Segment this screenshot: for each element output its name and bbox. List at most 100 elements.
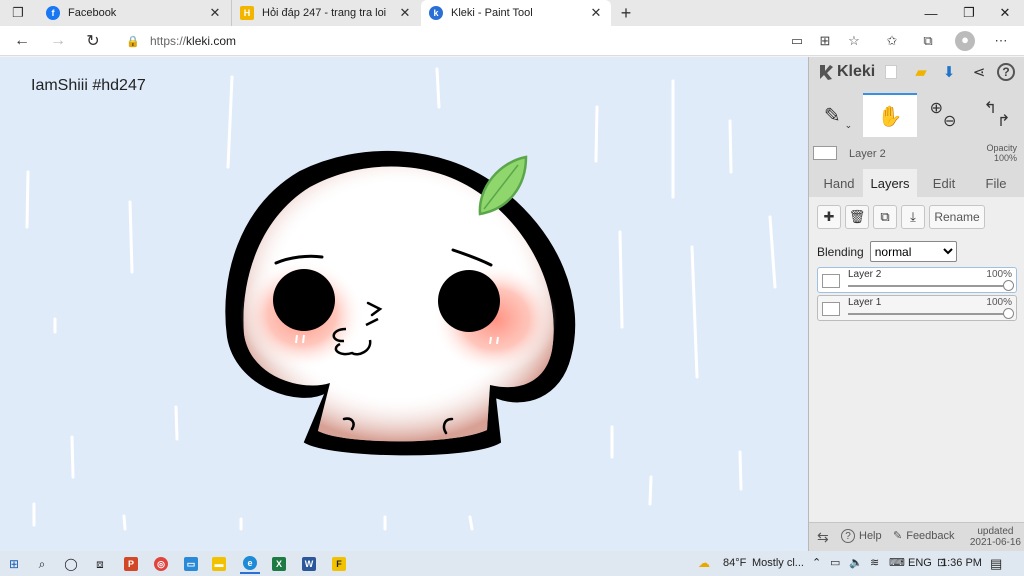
- opacity-readout: Opacity 100%: [986, 143, 1017, 163]
- layer-name: Layer 1: [848, 297, 882, 308]
- rename-button[interactable]: Rename: [929, 205, 985, 229]
- close-icon[interactable]: ✕: [208, 5, 222, 21]
- feedback-icon: ✎: [893, 530, 903, 542]
- close-icon[interactable]: ✕: [589, 5, 603, 21]
- layer-row[interactable]: Layer 2 100%: [817, 267, 1017, 293]
- delete-layer-button[interactable]: 🗑: [845, 205, 869, 229]
- favorites-icon[interactable]: ✩: [883, 32, 901, 50]
- profile-avatar[interactable]: ●: [955, 31, 975, 51]
- redo-icon[interactable]: ↱: [997, 111, 1010, 131]
- excel-icon: X: [272, 557, 286, 571]
- merge-layer-button[interactable]: ⤓: [901, 205, 925, 229]
- drawing-canvas[interactable]: IamShiii #hd247: [0, 57, 808, 551]
- close-window-button[interactable]: ✕: [986, 0, 1024, 26]
- opacity-label: Opacity: [986, 143, 1017, 153]
- excel-app[interactable]: X: [269, 554, 289, 574]
- chevron-down-icon[interactable]: ⌄: [845, 120, 853, 131]
- clock-time[interactable]: 1:36 PM: [941, 557, 982, 569]
- close-icon[interactable]: ✕: [398, 5, 412, 21]
- reload-button[interactable]: ↻: [82, 30, 104, 52]
- file-explorer-app[interactable]: ▬: [209, 554, 229, 574]
- collections-icon[interactable]: ⧉: [919, 32, 937, 50]
- weather-icon[interactable]: ☁: [698, 556, 710, 570]
- help-circle-icon: ?: [841, 529, 855, 543]
- powerpoint-app[interactable]: P: [121, 554, 141, 574]
- slider-knob[interactable]: [1003, 280, 1014, 291]
- search-icon[interactable]: ⌕: [32, 554, 52, 574]
- new-tab-button[interactable]: +: [616, 3, 636, 23]
- maximize-button[interactable]: ❐: [950, 0, 988, 26]
- tab-file[interactable]: File: [971, 169, 1021, 197]
- share-icon[interactable]: ⋖: [969, 62, 989, 82]
- word-app[interactable]: W: [299, 554, 319, 574]
- url-scheme: https://: [150, 34, 187, 48]
- hand-icon: ✋: [877, 105, 903, 128]
- plus-icon: ✚: [823, 209, 835, 224]
- tab-title: Hỏi đáp 247 - trang tra loi: [262, 7, 387, 19]
- brand-name: Kleki: [837, 63, 876, 80]
- blending-row: Blending normal: [817, 241, 957, 262]
- blending-label: Blending: [817, 244, 864, 259]
- add-layer-button[interactable]: ✚: [817, 205, 841, 229]
- slider-knob[interactable]: [1003, 308, 1014, 319]
- blending-select[interactable]: normal: [869, 241, 957, 262]
- help-label: Help: [859, 530, 882, 542]
- layer-row[interactable]: Layer 1 100%: [817, 295, 1017, 321]
- layer-thumbnail: [822, 302, 840, 316]
- tab-actions-icon[interactable]: ❐: [6, 4, 30, 22]
- forward-button[interactable]: →: [47, 30, 69, 52]
- current-layer-name: Layer 2: [849, 148, 886, 160]
- tab-hoidap[interactable]: H Hỏi đáp 247 - trang tra loi ✕: [231, 0, 420, 26]
- help-icon[interactable]: ?: [997, 63, 1015, 81]
- tool-bar: ✎ ⌄ ✋ ⊕ ⊖ ↰ ↱: [809, 93, 1024, 137]
- tab-layers[interactable]: Layers: [863, 169, 917, 197]
- edge-app[interactable]: e: [240, 554, 260, 574]
- lock-icon[interactable]: 🔒: [126, 35, 140, 48]
- more-icon[interactable]: ⋯: [992, 32, 1010, 50]
- zoom-out-icon[interactable]: ⊖: [943, 111, 956, 131]
- monitor-app[interactable]: ▭: [181, 554, 201, 574]
- hand-tool-button[interactable]: ✋: [863, 93, 917, 137]
- new-image-icon[interactable]: [881, 62, 901, 82]
- open-folder-icon[interactable]: ▰: [911, 62, 931, 82]
- undo-icon[interactable]: ↰: [984, 98, 997, 118]
- feedback-link[interactable]: ✎ Feedback: [893, 529, 955, 543]
- chevron-up-icon[interactable]: ⌃: [812, 556, 821, 569]
- edge-icon: e: [243, 556, 257, 570]
- panel-header: Kleki ▰ ⬇ ⋖ ?: [809, 57, 1024, 87]
- layer-opacity-slider[interactable]: [848, 280, 1014, 291]
- task-view-icon[interactable]: ⧈: [90, 554, 110, 574]
- input-icon[interactable]: ⌨: [889, 556, 905, 569]
- volume-icon[interactable]: 🔈: [849, 556, 863, 569]
- language-indicator[interactable]: ENG: [908, 557, 932, 569]
- tab-edit[interactable]: Edit: [919, 169, 969, 197]
- cortana-icon[interactable]: ◯: [61, 554, 81, 574]
- wifi-icon[interactable]: ≋: [870, 556, 879, 569]
- app-available-icon[interactable]: ⊞: [816, 32, 834, 50]
- yellow-app[interactable]: F: [329, 554, 349, 574]
- panel-footer: ⇆ ? Help ✎ Feedback updated 2021-06-16: [809, 522, 1024, 551]
- app-red-icon[interactable]: ◎: [151, 554, 171, 574]
- notification-icon[interactable]: ▤: [990, 556, 1002, 572]
- back-button[interactable]: ←: [11, 30, 33, 52]
- layer-opacity: 100%: [986, 269, 1012, 280]
- kleki-logo[interactable]: Kleki: [817, 63, 875, 81]
- layer-opacity-slider[interactable]: [848, 308, 1014, 319]
- tab-kleki[interactable]: k Kleki - Paint Tool ✕: [421, 0, 611, 26]
- zoom-in-icon[interactable]: ⊕: [930, 98, 943, 118]
- reader-view-icon[interactable]: ▭: [788, 32, 806, 50]
- add-favorite-icon[interactable]: ☆: [845, 32, 863, 50]
- minimize-button[interactable]: —: [912, 0, 950, 26]
- start-button[interactable]: ⊞: [4, 554, 24, 574]
- battery-icon[interactable]: ▭: [830, 556, 840, 569]
- address-bar[interactable]: 🔒 https://kleki.com: [114, 29, 870, 53]
- download-icon[interactable]: ⬇: [939, 62, 959, 82]
- weather-temp[interactable]: 84°F: [723, 557, 746, 569]
- tab-hand[interactable]: Hand: [813, 169, 865, 197]
- help-link[interactable]: ? Help: [841, 529, 882, 543]
- brush-tool-button[interactable]: ✎ ⌄: [813, 93, 863, 137]
- swap-side-icon[interactable]: ⇆: [817, 529, 829, 546]
- tab-facebook[interactable]: f Facebook ✕: [38, 0, 230, 26]
- weather-text[interactable]: Mostly cl...: [752, 557, 804, 569]
- duplicate-layer-button[interactable]: ⧉: [873, 205, 897, 229]
